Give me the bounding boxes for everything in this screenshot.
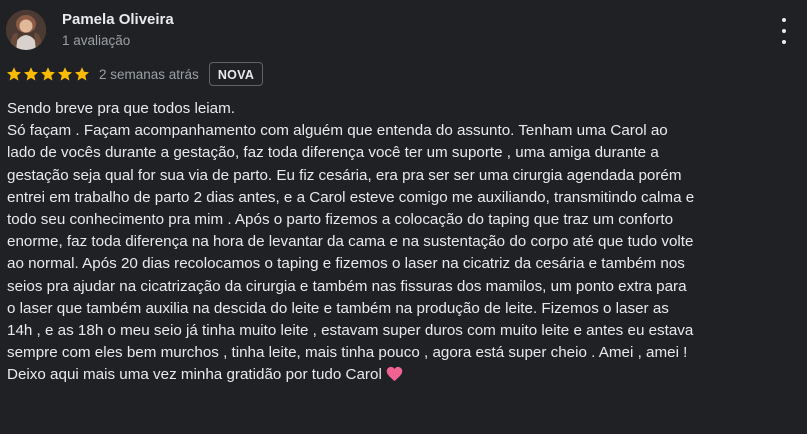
star-icon (58, 67, 72, 81)
new-badge: NOVA (208, 62, 264, 86)
author-name[interactable]: Pamela Oliveira (62, 11, 174, 28)
star-rating (6, 66, 90, 82)
star-icon (75, 67, 89, 81)
author-avatar[interactable] (6, 10, 46, 50)
heart-emoji-icon (386, 366, 403, 389)
more-vert-icon (782, 18, 786, 22)
profile-photo-icon (6, 10, 46, 50)
more-vert-icon-dot (782, 29, 786, 33)
star-icon (41, 67, 55, 81)
star-icon (24, 67, 38, 81)
review-time: 2 semanas atrás (99, 66, 199, 82)
rating-row: 2 semanas atrás NOVA (6, 62, 264, 86)
more-options-button[interactable] (772, 18, 796, 44)
star-icon (7, 67, 22, 81)
review-body: Sendo breve pra que todos leiam. Só faça… (7, 100, 695, 384)
review-text: Sendo breve pra que todos leiam. Só faça… (7, 98, 802, 390)
review-card: Pamela Oliveira 1 avaliação 2 semanas at… (0, 0, 807, 434)
more-vert-icon-dot (782, 40, 786, 44)
author-review-count[interactable]: 1 avaliação (62, 33, 130, 48)
